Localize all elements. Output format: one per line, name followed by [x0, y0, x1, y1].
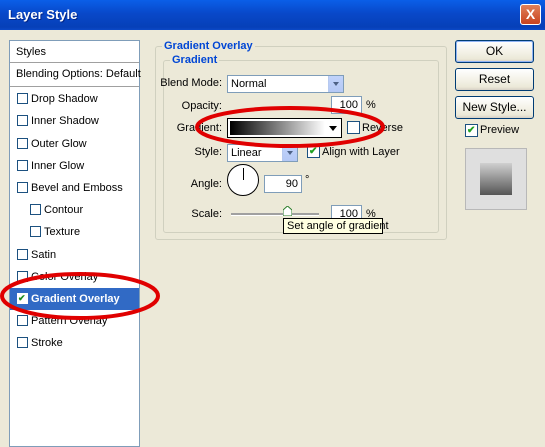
- annotation-ellipse-gradient: [195, 106, 385, 148]
- annotation-overlay: [0, 106, 385, 320]
- layer-style-dialog: Layer Style X Styles Blending Options: D…: [0, 0, 545, 447]
- annotation-ellipse-style-item: [0, 272, 160, 320]
